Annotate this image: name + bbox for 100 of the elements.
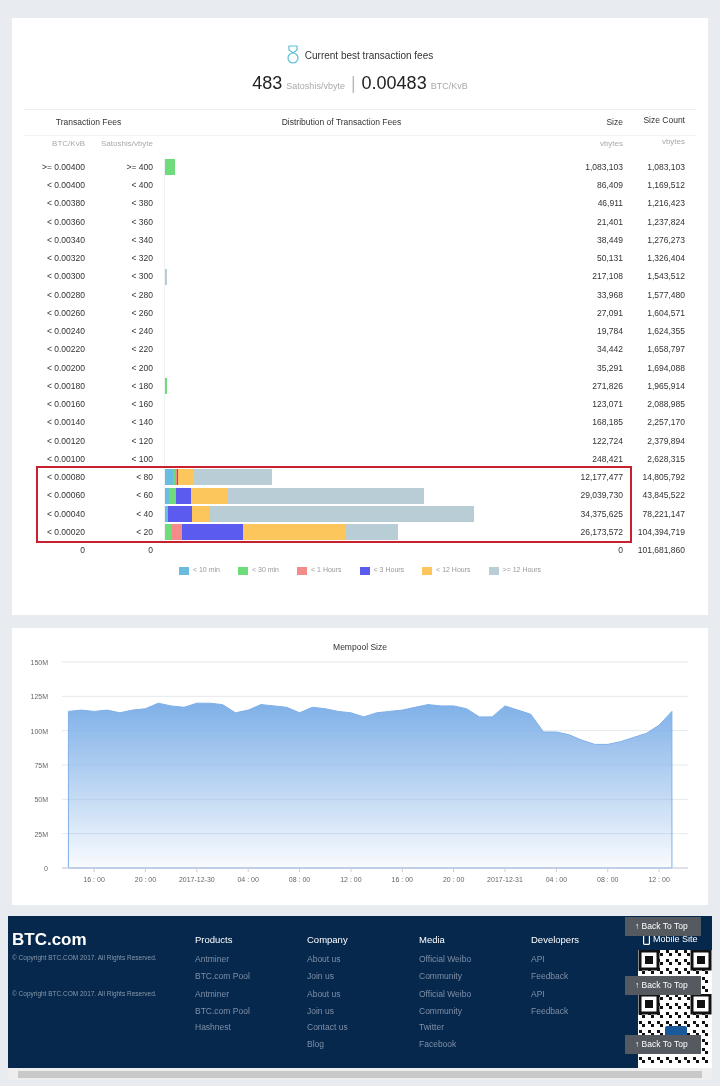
table-cell: < 100 [131, 453, 153, 464]
table-cell: 1,237,824 [647, 216, 685, 227]
table-cell: < 0.00400 [46, 180, 85, 190]
scrollbar[interactable] [18, 1070, 702, 1078]
table-cell: 1,083,103 [647, 161, 685, 172]
footer-link[interactable]: BTC.com Pool [195, 969, 250, 986]
table-cell: 26,173,572 [580, 526, 623, 537]
fee-value: 483 [252, 72, 283, 95]
table-cell: 2,628,315 [647, 453, 685, 464]
table-cell: 34,375,625 [580, 508, 623, 519]
footer-link[interactable]: Community [419, 1004, 462, 1021]
footer-link[interactable]: Official Weibo [419, 988, 472, 1005]
chart-title: Mempool Size [332, 641, 388, 654]
table-cell: < 0.00240 [46, 326, 85, 336]
table-cell: < 360 [131, 216, 153, 227]
table-cell: 271,826 [592, 380, 623, 391]
phone-icon [643, 934, 650, 946]
footer-link[interactable]: Join us [307, 969, 334, 986]
back-to-top-button[interactable]: ↑ Back To Top [625, 976, 701, 995]
medal-icon [286, 45, 299, 65]
table-cell: < 340 [131, 234, 153, 245]
table-cell: < 0.00160 [46, 399, 85, 409]
column-header: Size [606, 117, 623, 128]
footer-link[interactable]: Feedback [531, 1004, 569, 1021]
separator: | [350, 72, 356, 95]
footer-link[interactable]: Twitter [419, 1021, 445, 1038]
table-cell: 0 [618, 545, 623, 555]
table-cell: 0 [80, 545, 85, 555]
table-cell: 1,326,404 [647, 253, 685, 263]
table-cell: < 0.00040 [46, 508, 85, 519]
table-cell: < 40 [136, 508, 153, 519]
footer-link[interactable]: Community [419, 969, 462, 986]
table-cell: 86,409 [597, 180, 623, 190]
fee-value: 0.00483 [361, 72, 427, 95]
table-cell: < 0.00360 [46, 216, 85, 227]
footer-link[interactable]: Official Weibo [419, 953, 472, 970]
table-cell: >= 0.00400 [42, 161, 85, 172]
summary-title: Current best transaction fees [304, 48, 434, 63]
footer-link[interactable]: About us [307, 953, 341, 970]
footer-heading: Company [307, 933, 348, 947]
footer-link[interactable]: Antminer [195, 988, 229, 1005]
footer-link[interactable]: Feedback [531, 969, 569, 986]
table-cell: 33,968 [597, 289, 623, 300]
table-cell: < 220 [131, 344, 153, 355]
table-cell: 38,449 [597, 234, 623, 245]
unit-label: Satoshis/vbyte [100, 139, 153, 148]
footer-link[interactable]: About us [307, 988, 341, 1005]
table-cell: 12,177,477 [580, 472, 623, 482]
table-cell: < 280 [131, 289, 153, 300]
table-cell: 1,624,355 [647, 326, 685, 336]
table-cell: < 20 [136, 526, 153, 537]
back-to-top-button[interactable]: ↑ Back To Top [625, 917, 701, 936]
unit-label: BTC/KvB [52, 139, 85, 148]
table-cell: 123,071 [592, 399, 623, 409]
unit-label: vbytes [599, 139, 623, 148]
footer-link[interactable]: Contact us [307, 1021, 348, 1038]
table-cell: 27,091 [597, 307, 623, 318]
table-cell: < 0.00020 [46, 526, 85, 537]
footer-heading: Media [419, 933, 445, 947]
table-cell: < 0.00340 [46, 234, 85, 245]
table-cell: < 0.00280 [46, 289, 85, 300]
table-cell: < 0.00140 [46, 417, 85, 428]
table-cell: 1,694,088 [647, 362, 685, 373]
table-cell: < 0.00180 [46, 380, 85, 391]
footer-link[interactable]: Antminer [195, 953, 229, 970]
table-cell: < 0.00320 [46, 253, 85, 263]
footer-link[interactable]: Blog [307, 1037, 324, 1054]
distribution-bar [165, 159, 175, 176]
table-cell: 21,401 [597, 216, 623, 227]
table-cell: 29,039,730 [580, 490, 623, 501]
unit-label: vbytes [661, 136, 685, 146]
table-cell: < 0.00260 [46, 307, 85, 318]
table-cell: 2,257,170 [647, 417, 685, 428]
table-cell: 35,291 [597, 362, 623, 373]
table-cell: < 140 [131, 417, 153, 428]
mobile-site-link[interactable]: Mobile Site [653, 933, 698, 947]
footer-link[interactable]: API [531, 988, 545, 1005]
fee-unit: BTC/KvB [430, 80, 468, 93]
footer-link[interactable]: API [531, 953, 545, 970]
back-to-top-button[interactable]: ↑ Back To Top [625, 1035, 701, 1054]
table-cell: < 0.00100 [46, 453, 85, 464]
footer-link[interactable]: Join us [307, 1004, 334, 1021]
table-cell: 1,169,512 [647, 180, 685, 190]
footer-link[interactable]: BTC.com Pool [195, 1004, 250, 1021]
footer-link[interactable]: Hashnest [195, 1021, 231, 1038]
fee-unit: Satoshis/vbyte [286, 80, 345, 93]
table-cell: 1,216,423 [647, 198, 685, 209]
brand-logo[interactable]: BTC.com [12, 930, 195, 950]
table-cell: 217,108 [592, 271, 623, 282]
table-cell: 2,088,985 [647, 399, 685, 409]
table-cell: >= 400 [126, 161, 153, 172]
table-cell: < 0.00080 [46, 472, 85, 482]
table-cell: 34,442 [597, 344, 623, 355]
table-cell: < 0.00220 [46, 344, 85, 355]
table-cell: < 0.00300 [46, 271, 85, 282]
table-cell: 168,185 [592, 417, 623, 428]
table-cell: 1,083,103 [585, 161, 623, 172]
column-header: Distribution of Transaction Fees [281, 117, 402, 128]
footer-link[interactable]: Facebook [419, 1037, 457, 1054]
table-cell: < 200 [131, 362, 153, 373]
